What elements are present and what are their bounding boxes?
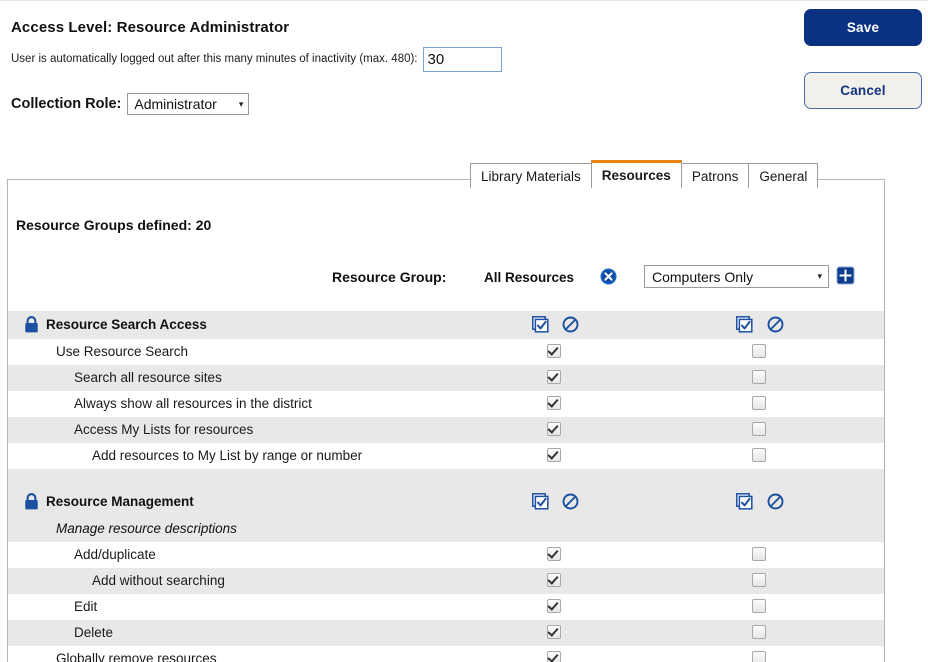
add-plus-icon[interactable] xyxy=(836,266,855,285)
permission-label: Add without searching xyxy=(92,573,225,588)
resource-group-label: Resource Group: xyxy=(332,269,447,285)
permission-row: Edit xyxy=(8,594,884,620)
check-all-column-2-icon[interactable] xyxy=(736,493,754,510)
check-all-column-1-icon[interactable] xyxy=(532,493,550,510)
resource-group-select[interactable]: Computers Only ▾ xyxy=(644,265,829,288)
page-title: Access Level: Resource Administrator xyxy=(11,19,290,36)
permission-checkbox-column-2[interactable] xyxy=(752,573,766,587)
permission-label: Globally remove resources xyxy=(56,651,217,662)
clear-all-column-1-icon[interactable] xyxy=(562,316,579,333)
permission-row: Delete xyxy=(8,620,884,646)
permission-row: Add/duplicate xyxy=(8,542,884,568)
permission-checkbox-column-2[interactable] xyxy=(752,396,766,410)
permission-checkbox-column-1[interactable] xyxy=(547,396,561,410)
permission-row: Use Resource Search xyxy=(8,339,884,365)
tab-resources[interactable]: Resources xyxy=(590,160,682,188)
permission-checkbox-column-1[interactable] xyxy=(547,651,561,662)
permission-label: Use Resource Search xyxy=(56,344,189,359)
inactivity-timeout-label: User is automatically logged out after t… xyxy=(11,53,418,65)
permission-label: Edit xyxy=(74,599,98,614)
permission-row: Always show all resources in the distric… xyxy=(8,391,884,417)
permission-row: Search all resource sites xyxy=(8,365,884,391)
permission-checkbox-column-2[interactable] xyxy=(752,370,766,384)
section-spacer xyxy=(8,469,884,488)
permission-label: Search all resource sites xyxy=(74,370,222,385)
section-header: Resource Management xyxy=(8,488,884,516)
tab-bar: Library Materials Resources Patrons Gene… xyxy=(470,160,819,188)
save-button[interactable]: Save xyxy=(804,9,922,46)
cancel-button[interactable]: Cancel xyxy=(804,72,922,109)
resource-group-row: Resource Group: All Resources Computers … xyxy=(8,262,884,292)
permission-row: Add without searching xyxy=(8,568,884,594)
permission-label: Add/duplicate xyxy=(74,547,156,562)
permission-checkbox-column-1[interactable] xyxy=(547,547,561,561)
permission-label: Delete xyxy=(74,625,114,640)
permission-row: Access My Lists for resources xyxy=(8,417,884,443)
section-title: Resource Search Access xyxy=(46,317,207,332)
chevron-down-icon: ▾ xyxy=(238,98,244,109)
resource-group-select-value: Computers Only xyxy=(652,268,754,285)
inactivity-timeout-input[interactable] xyxy=(422,46,502,72)
resource-groups-defined-label: Resource Groups defined: 20 xyxy=(16,217,212,233)
permission-checkbox-column-2[interactable] xyxy=(752,344,766,358)
tab-library-materials[interactable]: Library Materials xyxy=(470,163,592,188)
check-all-column-1-icon[interactable] xyxy=(532,316,550,333)
page-root: Access Level: Resource Administrator Use… xyxy=(0,0,928,662)
collection-role-select[interactable]: Administrator ▾ xyxy=(127,93,250,115)
permission-checkbox-column-1[interactable] xyxy=(547,448,561,462)
lock-icon xyxy=(24,316,39,333)
chevron-down-icon: ▾ xyxy=(817,271,822,281)
clear-all-column-1-icon[interactable] xyxy=(562,493,579,510)
permission-checkbox-column-1[interactable] xyxy=(547,625,561,639)
permission-checkbox-column-2[interactable] xyxy=(752,599,766,613)
permission-label: Always show all resources in the distric… xyxy=(74,396,312,411)
remove-circle-icon[interactable] xyxy=(600,268,617,285)
permission-checkbox-column-1[interactable] xyxy=(547,599,561,613)
permission-checkbox-column-2[interactable] xyxy=(752,448,766,462)
permission-row: Add resources to My List by range or num… xyxy=(8,443,884,469)
permission-checkbox-column-2[interactable] xyxy=(752,547,766,561)
collection-role-value: Administrator xyxy=(134,96,217,112)
inactivity-timeout-row: User is automatically logged out after t… xyxy=(11,45,791,73)
clear-all-column-2-icon[interactable] xyxy=(767,493,784,510)
permission-checkbox-column-2[interactable] xyxy=(752,422,766,436)
permission-checkbox-column-2[interactable] xyxy=(752,651,766,662)
clear-all-column-2-icon[interactable] xyxy=(767,316,784,333)
permission-label: Add resources to My List by range or num… xyxy=(92,448,363,463)
permission-row: Globally remove resources xyxy=(8,646,884,662)
tab-patrons[interactable]: Patrons xyxy=(680,163,750,188)
lock-icon xyxy=(24,493,39,510)
collection-role-label: Collection Role: xyxy=(11,96,122,112)
permission-checkbox-column-2[interactable] xyxy=(752,625,766,639)
permission-checkbox-column-1[interactable] xyxy=(547,422,561,436)
permission-subheader-row: Manage resource descriptions xyxy=(8,516,884,542)
permissions-table: Resource Search Access Use Resource Searc… xyxy=(8,311,884,662)
check-all-column-2-icon[interactable] xyxy=(736,316,754,333)
resources-panel: Resource Groups defined: 20 Resource Gro… xyxy=(7,179,885,662)
section-title: Resource Management xyxy=(46,494,194,509)
permission-checkbox-column-1[interactable] xyxy=(547,573,561,587)
permission-checkbox-column-1[interactable] xyxy=(547,370,561,384)
permission-label: Manage resource descriptions xyxy=(56,521,237,536)
resource-group-value: All Resources xyxy=(484,269,575,285)
collection-role-row: Collection Role: Administrator ▾ xyxy=(11,93,791,115)
permission-checkbox-column-1[interactable] xyxy=(547,344,561,358)
section-header: Resource Search Access xyxy=(8,311,884,339)
permission-label: Access My Lists for resources xyxy=(74,422,254,437)
tab-general[interactable]: General xyxy=(748,163,819,188)
access-level-header: Access Level: Resource Administrator Use… xyxy=(11,19,791,115)
